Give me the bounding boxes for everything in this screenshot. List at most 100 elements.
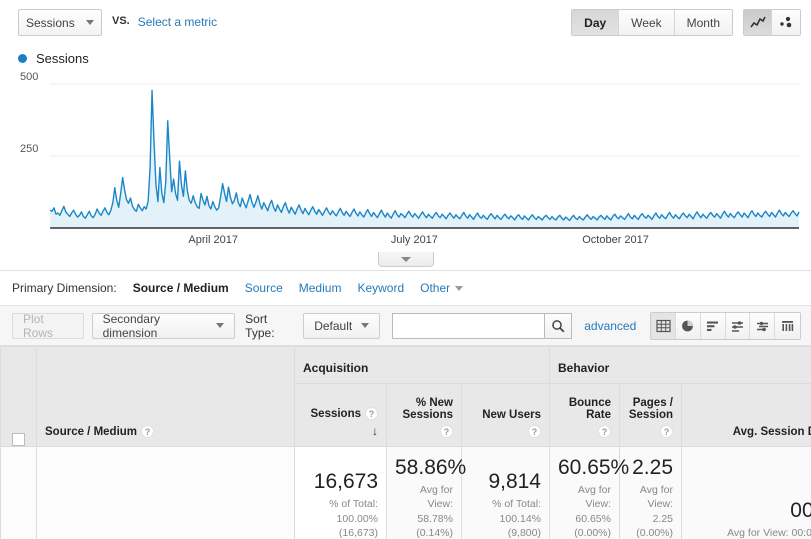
sessions-line-chart[interactable]: 500 250 bbox=[12, 72, 801, 232]
primary-dimension-other[interactable]: Other bbox=[420, 281, 464, 295]
summary-bounce-rate-sub: Avg for View: 60.65% (0.00%) bbox=[574, 484, 611, 539]
table-search bbox=[392, 312, 573, 339]
vs-label: VS. bbox=[112, 15, 130, 27]
summary-pages-session-sub: Avg for View: 2.25 (0.00%) bbox=[636, 484, 673, 539]
dimension-column-header[interactable]: Source / Medium ? bbox=[36, 346, 295, 447]
chart-canvas bbox=[12, 83, 801, 232]
report-table: Source / Medium ? Acquisition Behavior S… bbox=[0, 346, 811, 539]
legend-color-dot bbox=[18, 54, 27, 63]
x-tick-october-2017: October 2017 bbox=[582, 234, 649, 246]
help-icon[interactable]: ? bbox=[440, 425, 453, 438]
help-icon[interactable]: ? bbox=[365, 407, 378, 420]
summary-sessions-cell: 16,673 % of Total: 100.00% (16,673) bbox=[294, 446, 387, 539]
column-label-pages-session: Pages / Session bbox=[628, 397, 673, 421]
secondary-dimension-button[interactable]: Secondary dimension bbox=[91, 311, 236, 340]
chart-controls: Day Week Month bbox=[571, 9, 801, 36]
dimension-header-label: Source / Medium bbox=[45, 425, 138, 438]
x-tick-july-2017: July 2017 bbox=[390, 234, 438, 246]
help-icon[interactable]: ? bbox=[141, 425, 155, 438]
legend-series-label: Sessions bbox=[36, 51, 89, 66]
column-header-bounce-rate[interactable]: Bounce Rate ? bbox=[549, 383, 620, 447]
primary-dimension-source[interactable]: Source bbox=[245, 281, 283, 295]
column-header-avg-session-duration[interactable]: Avg. Session Duration ? bbox=[680, 383, 811, 447]
summary-new-sessions-pct-cell: 58.86% Avg for View: 58.78% (0.14%) bbox=[386, 446, 467, 539]
granularity-week[interactable]: Week bbox=[619, 10, 675, 35]
chart-x-axis: April 2017 July 2017 October 2017 bbox=[12, 232, 801, 252]
view-type-group bbox=[650, 311, 801, 340]
help-icon[interactable]: ? bbox=[660, 425, 673, 438]
secondary-dimension-label: Secondary dimension bbox=[102, 311, 160, 340]
performance-view-icon[interactable] bbox=[725, 312, 751, 339]
table-toolbar: Plot Rows Secondary dimension Sort Type:… bbox=[0, 305, 811, 346]
summary-bounce-rate-value: 60.65% bbox=[558, 456, 630, 480]
behavior-group-header: Behavior bbox=[548, 346, 811, 384]
select-all-cell bbox=[0, 346, 37, 447]
primary-dimension-bar: Primary Dimension: Source / Medium Sourc… bbox=[0, 271, 811, 305]
summary-sessions-sub: % of Total: 100.00% (16,673) bbox=[329, 498, 378, 539]
summary-pages-session-value: 2.25 bbox=[632, 456, 673, 480]
select-all-checkbox[interactable] bbox=[12, 433, 25, 446]
chevron-down-icon bbox=[400, 256, 411, 262]
search-input[interactable] bbox=[392, 312, 545, 339]
select-a-metric-link[interactable]: Select a metric bbox=[138, 9, 217, 29]
chevron-down-icon bbox=[86, 20, 94, 25]
sort-type-value: Default bbox=[314, 318, 353, 333]
column-label-bounce-rate: Bounce Rate bbox=[568, 397, 611, 421]
search-icon[interactable] bbox=[544, 312, 573, 339]
summary-dimension-cell bbox=[36, 446, 295, 539]
summary-new-users-sub: % of Total: 100.14% (9,800) bbox=[492, 498, 541, 539]
table-group-header-row: Source / Medium ? Acquisition Behavior bbox=[0, 346, 811, 447]
primary-metric-select[interactable]: Sessions bbox=[18, 9, 102, 36]
column-label-avg-session-duration: Avg. Session Duration bbox=[732, 425, 811, 438]
chart-type-group bbox=[743, 9, 801, 36]
sort-descending-icon[interactable]: ↓ bbox=[372, 424, 378, 438]
primary-dimension-source-medium[interactable]: Source / Medium bbox=[133, 281, 229, 295]
scatter-chart-icon[interactable] bbox=[772, 10, 800, 35]
analytics-report-page: Sessions VS. Select a metric Day Week Mo… bbox=[0, 0, 811, 539]
primary-dimension-label: Primary Dimension: bbox=[12, 281, 117, 295]
table-view-icon[interactable] bbox=[651, 312, 677, 339]
summary-sessions-value: 16,673 bbox=[313, 470, 378, 494]
column-label-new-sessions-pct: % New Sessions bbox=[402, 397, 454, 421]
summary-avg-session-duration-sub: Avg for View: 00:01:37 (0.00%) bbox=[727, 526, 811, 539]
summary-new-users-value: 9,814 bbox=[488, 470, 541, 494]
column-header-sessions[interactable]: Sessions ? ↓ bbox=[294, 383, 387, 447]
granularity-month[interactable]: Month bbox=[674, 10, 732, 35]
pivot-view-icon[interactable] bbox=[775, 312, 800, 339]
primary-dimension-other-label: Other bbox=[420, 281, 451, 295]
primary-dimension-medium[interactable]: Medium bbox=[299, 281, 342, 295]
plot-rows-button[interactable]: Plot Rows bbox=[12, 312, 84, 340]
chart-collapse-row bbox=[0, 252, 811, 270]
granularity-day[interactable]: Day bbox=[572, 10, 620, 35]
x-tick-april-2017: April 2017 bbox=[188, 234, 238, 246]
chart-legend: Sessions bbox=[0, 45, 811, 68]
primary-metric-label: Sessions bbox=[26, 15, 75, 30]
summary-row: 16,673 % of Total: 100.00% (16,673) 58.8… bbox=[0, 446, 811, 539]
summary-avg-session-duration-cell: 00:01:37 Avg for View: 00:01:37 (0.00%) bbox=[680, 446, 811, 539]
comparison-view-icon[interactable] bbox=[750, 312, 776, 339]
acquisition-group-header: Acquisition bbox=[294, 346, 550, 384]
metric-selector-bar: Sessions VS. Select a metric Day Week Mo… bbox=[0, 0, 811, 45]
help-icon[interactable]: ? bbox=[598, 425, 611, 438]
summary-new-users-cell: 9,814 % of Total: 100.14% (9,800) bbox=[461, 446, 550, 539]
sort-type-label: Sort Type: bbox=[245, 311, 275, 340]
pie-chart-view-icon[interactable] bbox=[676, 312, 701, 339]
collapse-chart-chevron-button[interactable] bbox=[377, 252, 434, 267]
column-header-pages-session[interactable]: Pages / Session ? bbox=[619, 383, 682, 447]
summary-bounce-rate-cell: 60.65% Avg for View: 60.65% (0.00%) bbox=[549, 446, 630, 539]
chevron-down-icon bbox=[216, 323, 225, 328]
bar-chart-view-icon[interactable] bbox=[700, 312, 726, 339]
column-label-sessions: Sessions bbox=[310, 407, 362, 420]
chevron-down-icon bbox=[455, 285, 464, 291]
column-header-new-users[interactable]: New Users ? bbox=[461, 383, 550, 447]
column-header-new-sessions-pct[interactable]: % New Sessions ? bbox=[386, 383, 462, 447]
summary-new-sessions-pct-sub: Avg for View: 58.78% (0.14%) bbox=[416, 484, 453, 539]
chevron-down-icon bbox=[361, 323, 370, 328]
advanced-filter-link[interactable]: advanced bbox=[584, 319, 636, 333]
summary-new-sessions-pct-value: 58.86% bbox=[395, 456, 467, 480]
line-chart-icon[interactable] bbox=[744, 10, 772, 35]
column-label-new-users: New Users bbox=[482, 409, 541, 421]
help-icon[interactable]: ? bbox=[528, 425, 541, 438]
sort-type-select[interactable]: Default bbox=[303, 312, 381, 339]
primary-dimension-keyword[interactable]: Keyword bbox=[357, 281, 404, 295]
